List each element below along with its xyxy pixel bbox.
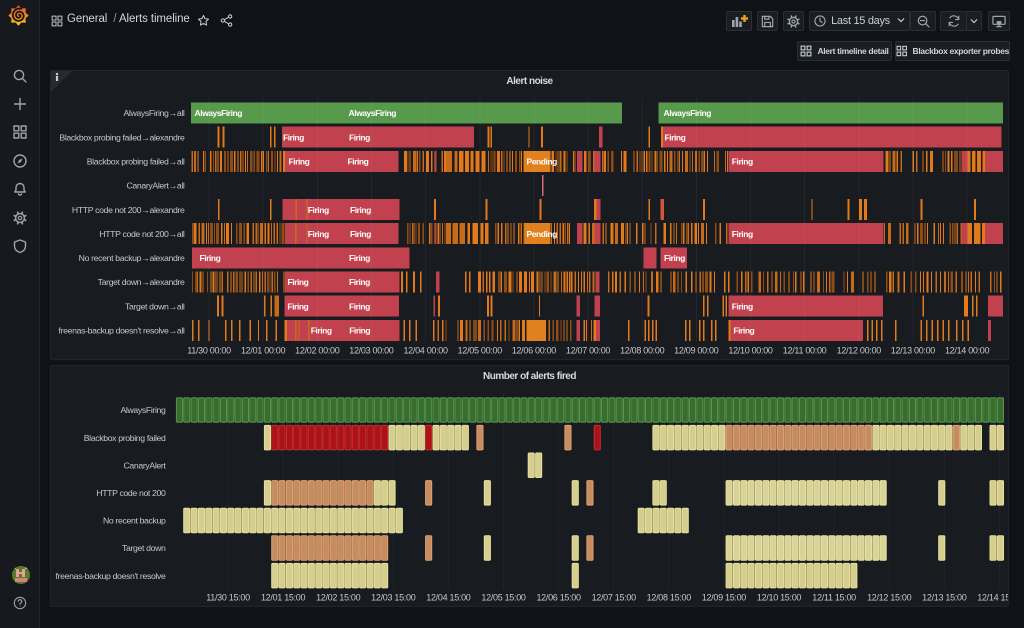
svg-text:12/13 00:00: 12/13 00:00	[891, 346, 936, 356]
svg-text:No recent backup→alexandre: No recent backup→alexandre	[79, 253, 185, 263]
svg-text:HTTP code not 200→alexandre: HTTP code not 200→alexandre	[72, 205, 185, 215]
svg-text:Firing: Firing	[350, 229, 371, 239]
svg-text:11/30 00:00: 11/30 00:00	[187, 346, 231, 356]
svg-text:12/10 15:00: 12/10 15:00	[757, 593, 802, 603]
svg-text:Firing: Firing	[283, 132, 304, 142]
svg-text:freenas-backup doesn't resolve: freenas-backup doesn't resolve→all	[59, 326, 185, 336]
svg-text:12/05 00:00: 12/05 00:00	[458, 346, 503, 356]
svg-text:Firing: Firing	[349, 326, 370, 336]
svg-text:CanaryAlert→all: CanaryAlert→all	[127, 181, 185, 191]
svg-text:Firing: Firing	[308, 205, 329, 215]
svg-text:12/07 15:00: 12/07 15:00	[592, 593, 637, 603]
svg-text:12/04 15:00: 12/04 15:00	[426, 593, 471, 603]
svg-text:12/02 15:00: 12/02 15:00	[316, 593, 361, 603]
svg-text:AlwaysFiring→all: AlwaysFiring→all	[123, 108, 184, 118]
svg-text:12/07 00:00: 12/07 00:00	[566, 346, 611, 356]
svg-text:12/03 00:00: 12/03 00:00	[349, 346, 394, 356]
svg-text:12/14 00:00: 12/14 00:00	[945, 346, 990, 356]
svg-text:Firing: Firing	[350, 205, 371, 215]
svg-text:12/03 15:00: 12/03 15:00	[371, 593, 416, 603]
svg-text:AlwaysFiring: AlwaysFiring	[664, 108, 712, 118]
svg-text:12/13 15:00: 12/13 15:00	[922, 593, 967, 603]
svg-text:Firing: Firing	[349, 253, 370, 263]
svg-text:CanaryAlert: CanaryAlert	[123, 460, 166, 470]
svg-text:HTTP code not 200: HTTP code not 200	[96, 488, 166, 498]
svg-text:No recent backup: No recent backup	[103, 516, 166, 526]
svg-text:Target down: Target down	[122, 543, 166, 553]
svg-text:12/02 00:00: 12/02 00:00	[295, 346, 340, 356]
svg-text:Firing: Firing	[308, 229, 329, 239]
svg-text:Blackbox probing failed→all: Blackbox probing failed→all	[87, 157, 185, 167]
svg-text:12/11 00:00: 12/11 00:00	[783, 346, 827, 356]
svg-text:Target down→all: Target down→all	[125, 301, 185, 311]
svg-text:Firing: Firing	[733, 326, 754, 336]
svg-text:12/10 00:00: 12/10 00:00	[728, 346, 773, 356]
svg-text:Pending: Pending	[527, 157, 558, 167]
svg-text:Firing: Firing	[349, 301, 370, 311]
svg-text:12/01 15:00: 12/01 15:00	[261, 593, 306, 603]
svg-text:Firing: Firing	[200, 253, 221, 263]
svg-text:AlwaysFiring: AlwaysFiring	[120, 405, 166, 415]
svg-text:AlwaysFiring: AlwaysFiring	[349, 108, 397, 118]
svg-text:12/05 15:00: 12/05 15:00	[481, 593, 526, 603]
svg-text:Firing: Firing	[732, 229, 753, 239]
svg-text:Firing: Firing	[287, 301, 308, 311]
svg-text:Firing: Firing	[311, 326, 332, 336]
svg-text:Firing: Firing	[349, 277, 370, 287]
svg-text:Firing: Firing	[348, 157, 369, 167]
svg-text:Firing: Firing	[664, 253, 685, 263]
svg-text:12/09 00:00: 12/09 00:00	[674, 346, 719, 356]
svg-text:Blackbox probing failed→alexan: Blackbox probing failed→alexandre	[59, 132, 185, 142]
svg-text:Firing: Firing	[349, 132, 370, 142]
svg-text:12/14 15:00: 12/14 15:00	[977, 593, 1009, 603]
svg-text:12/12 15:00: 12/12 15:00	[867, 593, 912, 603]
svg-text:12/06 00:00: 12/06 00:00	[512, 346, 557, 356]
svg-text:12/09 15:00: 12/09 15:00	[702, 593, 747, 603]
svg-text:Pending: Pending	[527, 229, 558, 239]
svg-text:12/08 15:00: 12/08 15:00	[647, 593, 692, 603]
svg-text:11/30 15:00: 11/30 15:00	[206, 593, 250, 603]
svg-text:AlwaysFiring: AlwaysFiring	[195, 108, 243, 118]
svg-text:HTTP code not 200→all: HTTP code not 200→all	[99, 229, 185, 239]
svg-text:Blackbox probing failed: Blackbox probing failed	[84, 433, 166, 443]
svg-text:Firing: Firing	[665, 132, 686, 142]
svg-text:Firing: Firing	[732, 301, 753, 311]
svg-text:freenas-backup doesn't resolve: freenas-backup doesn't resolve	[56, 571, 166, 581]
svg-text:Target down→alexandre: Target down→alexandre	[98, 277, 185, 287]
svg-text:12/08 00:00: 12/08 00:00	[620, 346, 665, 356]
svg-text:12/06 15:00: 12/06 15:00	[536, 593, 581, 603]
svg-text:12/01 00:00: 12/01 00:00	[241, 346, 286, 356]
svg-text:12/12 00:00: 12/12 00:00	[837, 346, 882, 356]
svg-text:12/11 15:00: 12/11 15:00	[812, 593, 856, 603]
svg-text:Firing: Firing	[289, 157, 310, 167]
svg-text:12/04 00:00: 12/04 00:00	[403, 346, 448, 356]
svg-text:Firing: Firing	[288, 277, 309, 287]
svg-text:Firing: Firing	[732, 157, 753, 167]
